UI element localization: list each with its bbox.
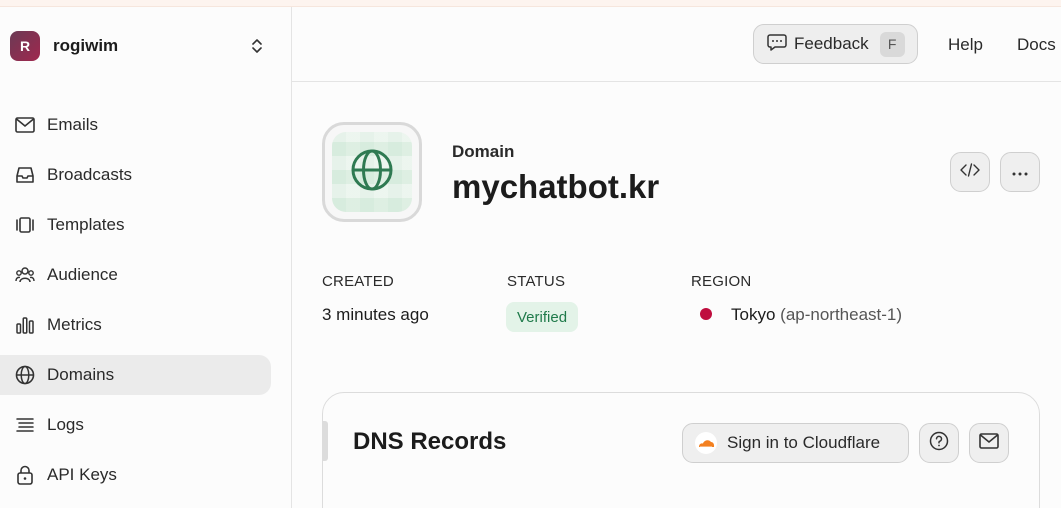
sidebar: R rogiwim Emails Broadcasts Templates Au… [0, 7, 292, 508]
sidebar-item-logs[interactable]: Logs [0, 405, 271, 445]
feedback-label: Feedback [794, 34, 869, 53]
region-value: Tokyo (ap-northeast-1) [731, 305, 902, 325]
region-city: Tokyo [731, 305, 776, 324]
globe-icon [350, 148, 394, 197]
cloudflare-label: Sign in to Cloudflare [727, 433, 881, 452]
team-name: rogiwim [53, 36, 119, 55]
cloudflare-sign-in-button[interactable]: Sign in to Cloudflare [682, 423, 909, 463]
mail-icon [14, 114, 36, 136]
sidebar-item-label: Domains [47, 365, 115, 384]
status-badge: Verified [506, 302, 579, 332]
team-avatar: R [10, 31, 40, 61]
lock-icon [14, 464, 36, 486]
sidebar-item-label: Broadcasts [47, 165, 133, 184]
globe-icon [14, 364, 36, 386]
feedback-button[interactable]: Feedback F [753, 24, 918, 64]
code-icon [960, 162, 980, 182]
api-code-button[interactable] [950, 152, 990, 192]
sidebar-item-templates[interactable]: Templates [0, 205, 271, 245]
more-actions-button[interactable] [1000, 152, 1040, 192]
docs-link[interactable]: Docs [1017, 35, 1056, 55]
sidebar-item-api-keys[interactable]: API Keys [0, 455, 271, 495]
sidebar-item-emails[interactable]: Emails [0, 105, 271, 145]
more-horizontal-icon [1012, 163, 1028, 181]
card-accent [322, 421, 328, 461]
status-label: STATUS [507, 273, 566, 290]
domain-kicker: Domain [452, 142, 515, 161]
mail-icon [979, 432, 999, 454]
question-circle-icon [929, 431, 949, 456]
domain-avatar [322, 122, 422, 222]
help-button[interactable] [919, 423, 959, 463]
chevron-up-down-icon[interactable] [249, 36, 265, 56]
team-switcher[interactable]: R rogiwim [10, 31, 265, 61]
email-records-button[interactable] [969, 423, 1009, 463]
sidebar-item-broadcasts[interactable]: Broadcasts [0, 155, 271, 195]
help-link[interactable]: Help [948, 35, 983, 55]
dns-records-title: DNS Records [353, 428, 507, 455]
sidebar-item-label: Emails [47, 115, 99, 134]
sidebar-item-metrics[interactable]: Metrics [0, 305, 271, 345]
sidebar-item-label: Audience [47, 265, 118, 284]
top-bar: Feedback F Help Docs [292, 7, 1061, 82]
logs-icon [14, 414, 36, 436]
created-value: 3 minutes ago [322, 305, 429, 324]
sidebar-item-audience[interactable]: Audience [0, 255, 271, 295]
created-label: CREATED [322, 273, 394, 290]
users-icon [14, 264, 36, 286]
sidebar-item-label: Metrics [47, 315, 102, 334]
japan-flag-icon [700, 308, 712, 320]
inbox-icon [14, 164, 36, 186]
bar-chart-icon [14, 314, 36, 336]
sidebar-item-label: Logs [47, 415, 84, 434]
sidebar-item-domains[interactable]: Domains [0, 355, 271, 395]
region-label: REGION [691, 273, 752, 290]
cloudflare-icon [695, 432, 717, 454]
sidebar-item-label: Templates [47, 215, 125, 234]
top-banner-strip [0, 0, 1061, 7]
chat-bubble-icon [767, 33, 787, 56]
sidebar-item-label: API Keys [47, 465, 117, 484]
feedback-shortcut: F [879, 31, 905, 57]
templates-icon [14, 214, 36, 236]
region-code: (ap-northeast-1) [780, 305, 903, 324]
page-title: mychatbot.kr [452, 168, 660, 205]
